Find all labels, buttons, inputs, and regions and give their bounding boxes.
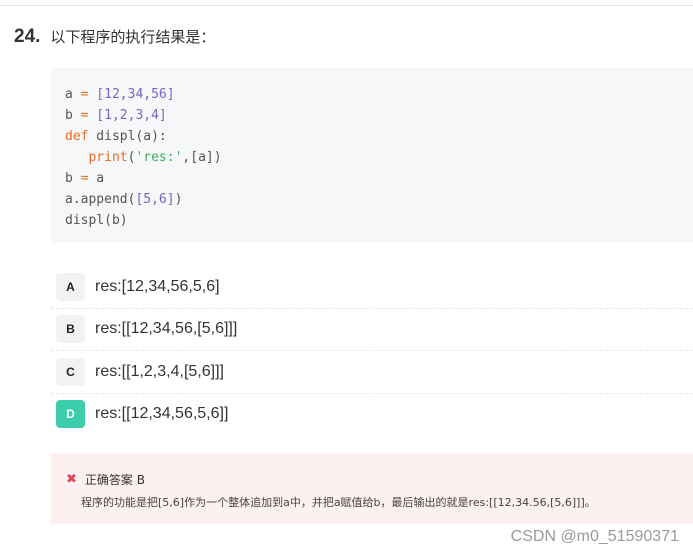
code-token: [1,2,3,4] xyxy=(88,108,167,123)
code-token: displ( xyxy=(88,129,144,144)
code-token: ,[a]) xyxy=(182,150,222,165)
code-token: print xyxy=(88,150,128,165)
question-text: 以下程序的执行结果是： xyxy=(50,28,216,46)
answer-title-row: ✖ 正确答案 B xyxy=(66,471,693,488)
option-c-badge: C xyxy=(56,358,85,386)
option-a-text: res:[12,34,56,5,6] xyxy=(95,278,220,295)
question-header: 24. 以下程序的执行结果是： xyxy=(14,26,215,48)
code-token: displ(b) xyxy=(65,213,128,228)
x-icon: ✖ xyxy=(66,472,77,487)
option-d-text: res:[[12,34,56,5,6]] xyxy=(95,405,229,422)
answer-explanation: 程序的功能是把[5,6]作为一个整体追加到a中，并把a赋值给b，最后输出的就是r… xyxy=(81,496,596,509)
code-token: ): xyxy=(151,129,167,144)
code-token: def xyxy=(65,129,89,144)
code-line: def displ(a): xyxy=(65,126,693,147)
code-token: a xyxy=(65,87,81,102)
code-token: a.append( xyxy=(65,192,136,207)
code-token: ) xyxy=(174,192,183,207)
option-b-text: res:[[12,34,56,[5,6]]] xyxy=(95,320,238,337)
watermark: CSDN @m0_51590371 xyxy=(510,528,679,545)
code-token: b xyxy=(65,108,81,123)
option-d[interactable]: D res:[[12,34,56,5,6]] xyxy=(51,393,693,435)
code-block: a = [12,34,56] b = [1,2,3,4] def displ(a):… xyxy=(51,68,693,243)
option-b[interactable]: B res:[[12,34,56,[5,6]]] xyxy=(51,308,693,351)
option-c-text: res:[[1,2,3,4,[5,6]]] xyxy=(95,363,224,380)
code-token: 'res:' xyxy=(135,150,183,165)
code-token: [5,6] xyxy=(135,192,175,207)
answer-panel: ✖ 正确答案 B 程序的功能是把[5,6]作为一个整体追加到a中，并把a赋值给b… xyxy=(51,453,693,524)
option-a-badge: A xyxy=(56,273,85,301)
option-c[interactable]: C res:[[1,2,3,4,[5,6]]] xyxy=(51,351,693,394)
code-token: a xyxy=(88,171,105,186)
code-line: b = [1,2,3,4] xyxy=(65,105,693,126)
code-line: a = [12,34,56] xyxy=(65,84,693,105)
question-number: 24. xyxy=(14,26,41,47)
code-line: displ(b) xyxy=(65,210,693,231)
top-divider xyxy=(0,5,693,6)
code-token: a xyxy=(143,129,152,144)
option-b-badge: B xyxy=(56,315,85,343)
code-token: [12,34,56] xyxy=(88,87,175,102)
code-token: b xyxy=(65,171,81,186)
option-a[interactable]: A res:[12,34,56,5,6] xyxy=(51,266,693,309)
option-d-badge: D xyxy=(56,400,85,428)
answer-title: 正确答案 B xyxy=(84,473,145,487)
code-line: b = a xyxy=(65,168,693,189)
code-line: print('res:',[a]) xyxy=(65,147,693,168)
code-line: a.append([5,6]) xyxy=(65,189,693,210)
